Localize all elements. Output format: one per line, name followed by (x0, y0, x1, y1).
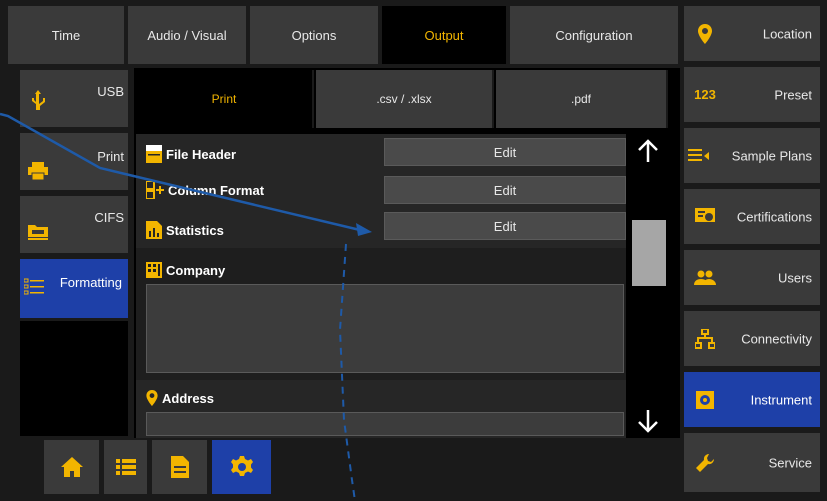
annotation-overlay (0, 112, 372, 501)
annotation-dashed-line (338, 243, 356, 501)
instrument-screen: Time Audio / Visual Options Output Confi… (0, 0, 827, 501)
annotation-arrow-line (0, 112, 361, 232)
annotation-arrowhead (356, 223, 372, 236)
